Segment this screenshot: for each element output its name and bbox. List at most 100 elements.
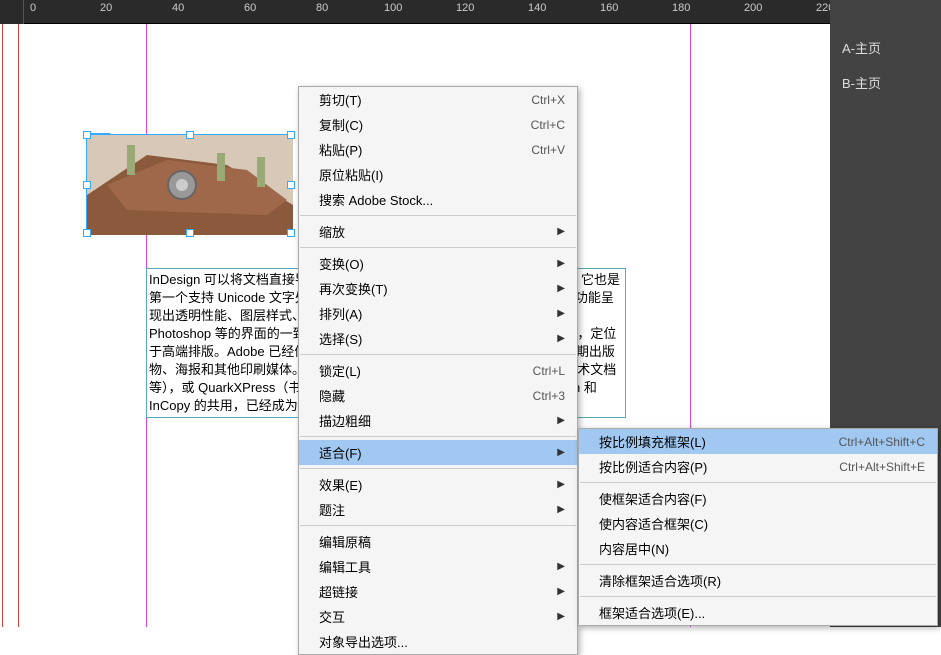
menu-label: 使内容适合框架(C) xyxy=(599,514,925,533)
menu-object-export[interactable]: 对象导出选项... xyxy=(299,629,577,654)
submenu-arrow-icon: ▶ xyxy=(557,611,565,622)
submenu-frame-fit-content[interactable]: 使框架适合内容(F) xyxy=(579,486,937,511)
menu-label: 内容居中(N) xyxy=(599,539,925,558)
menu-label: 变换(O) xyxy=(319,254,549,273)
menu-label: 锁定(L) xyxy=(319,361,533,380)
menu-label: 隐藏 xyxy=(319,386,533,405)
menu-hyperlinks[interactable]: 超链接 ▶ xyxy=(299,579,577,604)
ruler-num: 20 xyxy=(100,2,112,14)
menu-label: 交互 xyxy=(319,607,549,626)
menu-label: 搜索 Adobe Stock... xyxy=(319,190,565,209)
menu-edit-tools[interactable]: 编辑工具 ▶ xyxy=(299,554,577,579)
submenu-arrow-icon: ▶ xyxy=(557,226,565,237)
menu-select[interactable]: 选择(S)▶ xyxy=(299,326,577,351)
menu-label: 编辑工具 xyxy=(319,557,549,576)
menu-separator xyxy=(300,468,576,469)
menu-shortcut: Ctrl+L xyxy=(533,364,565,378)
selection-handle[interactable] xyxy=(287,181,295,189)
submenu-fill-proportionally[interactable]: 按比例填充框架(L)Ctrl+Alt+Shift+C xyxy=(579,429,937,454)
menu-label: 原位粘贴(I) xyxy=(319,165,565,184)
menu-arrange[interactable]: 排列(A)▶ xyxy=(299,301,577,326)
ruler-num: 40 xyxy=(172,2,184,14)
menu-effects[interactable]: 效果(E) ▶ xyxy=(299,472,577,497)
selection-handle[interactable] xyxy=(186,229,194,237)
submenu-arrow-icon: ▶ xyxy=(557,283,565,294)
selection-handle[interactable] xyxy=(186,131,194,139)
selection-handle[interactable] xyxy=(287,131,295,139)
menu-label: 复制(C) xyxy=(319,115,531,134)
menu-interactive[interactable]: 交互 ▶ xyxy=(299,604,577,629)
ruler-num: 60 xyxy=(244,2,256,14)
horizontal-ruler: 0 20 40 60 80 100 120 140 160 180 200 22… xyxy=(0,0,941,24)
menu-separator xyxy=(300,525,576,526)
menu-shortcut: Ctrl+Alt+Shift+C xyxy=(839,435,925,449)
menu-hide[interactable]: 隐藏Ctrl+3 xyxy=(299,383,577,408)
submenu-arrow-icon: ▶ xyxy=(557,561,565,572)
menu-lock[interactable]: 锁定(L)Ctrl+L xyxy=(299,358,577,383)
submenu-arrow-icon: ▶ xyxy=(557,504,565,515)
selected-image-frame[interactable] xyxy=(86,134,292,234)
selection-handle[interactable] xyxy=(83,131,91,139)
menu-label: 使框架适合内容(F) xyxy=(599,489,925,508)
master-page-b[interactable]: B-主页 xyxy=(830,65,941,100)
menu-label: 按比例填充框架(L) xyxy=(599,432,839,451)
menu-label: 效果(E) xyxy=(319,475,549,494)
menu-label: 再次变换(T) xyxy=(319,279,549,298)
menu-label: 清除框架适合选项(R) xyxy=(599,571,925,590)
ruler-num: 160 xyxy=(600,2,618,14)
menu-separator xyxy=(580,482,936,483)
fitting-submenu[interactable]: 按比例填充框架(L)Ctrl+Alt+Shift+C 按比例适合内容(P)Ctr… xyxy=(578,428,938,626)
menu-edit-original[interactable]: 编辑原稿 xyxy=(299,529,577,554)
menu-stroke-weight[interactable]: 描边粗细 ▶ xyxy=(299,408,577,433)
submenu-arrow-icon: ▶ xyxy=(557,447,565,458)
submenu-arrow-icon: ▶ xyxy=(557,333,565,344)
menu-shortcut: Ctrl+3 xyxy=(533,389,565,403)
ruler-num: 80 xyxy=(316,2,328,14)
menu-fitting[interactable]: 适合(F)▶ xyxy=(299,440,577,465)
menu-shortcut: Ctrl+V xyxy=(531,143,565,157)
submenu-center-content[interactable]: 内容居中(N) xyxy=(579,536,937,561)
menu-label: 按比例适合内容(P) xyxy=(599,457,839,476)
menu-separator xyxy=(300,215,576,216)
selection-handle[interactable] xyxy=(287,229,295,237)
ruler-num: 120 xyxy=(456,2,474,14)
bleed-guide xyxy=(18,24,19,627)
menu-label: 缩放 xyxy=(319,222,549,241)
submenu-content-fit-frame[interactable]: 使内容适合框架(C) xyxy=(579,511,937,536)
menu-search-stock[interactable]: 搜索 Adobe Stock... xyxy=(299,187,577,212)
selection-handle[interactable] xyxy=(83,181,91,189)
menu-separator xyxy=(300,354,576,355)
submenu-fit-proportionally[interactable]: 按比例适合内容(P)Ctrl+Alt+Shift+E xyxy=(579,454,937,479)
submenu-arrow-icon: ▶ xyxy=(557,586,565,597)
menu-shortcut: Ctrl+Alt+Shift+E xyxy=(839,460,925,474)
menu-separator xyxy=(300,436,576,437)
ruler-num: 200 xyxy=(744,2,762,14)
menu-transform[interactable]: 变换(O)▶ xyxy=(299,251,577,276)
menu-separator xyxy=(300,247,576,248)
context-menu[interactable]: 剪切(T)Ctrl+X 复制(C)Ctrl+C 粘贴(P)Ctrl+V 原位粘贴… xyxy=(298,86,578,655)
ruler-num: 100 xyxy=(384,2,402,14)
submenu-arrow-icon: ▶ xyxy=(557,415,565,426)
menu-transform-again[interactable]: 再次变换(T) ▶ xyxy=(299,276,577,301)
ruler-origin[interactable] xyxy=(0,0,24,24)
menu-label: 超链接 xyxy=(319,582,549,601)
menu-copy[interactable]: 复制(C)Ctrl+C xyxy=(299,112,577,137)
ruler-num: 0 xyxy=(30,2,36,14)
menu-captions[interactable]: 题注 ▶ xyxy=(299,497,577,522)
menu-label: 对象导出选项... xyxy=(319,632,565,651)
submenu-arrow-icon: ▶ xyxy=(557,479,565,490)
menu-shortcut: Ctrl+C xyxy=(531,118,565,132)
menu-zoom[interactable]: 缩放 ▶ xyxy=(299,219,577,244)
submenu-arrow-icon: ▶ xyxy=(557,308,565,319)
menu-paste-in-place[interactable]: 原位粘贴(I) xyxy=(299,162,577,187)
selection-handle[interactable] xyxy=(83,229,91,237)
menu-paste[interactable]: 粘贴(P)Ctrl+V xyxy=(299,137,577,162)
menu-cut[interactable]: 剪切(T)Ctrl+X xyxy=(299,87,577,112)
submenu-clear-fit[interactable]: 清除框架适合选项(R) xyxy=(579,568,937,593)
menu-label: 描边粗细 xyxy=(319,411,549,430)
menu-label: 题注 xyxy=(319,500,549,519)
submenu-frame-fit-options[interactable]: 框架适合选项(E)... xyxy=(579,600,937,625)
master-page-a[interactable]: A-主页 xyxy=(830,30,941,65)
menu-label: 粘贴(P) xyxy=(319,140,531,159)
menu-shortcut: Ctrl+X xyxy=(531,93,565,107)
